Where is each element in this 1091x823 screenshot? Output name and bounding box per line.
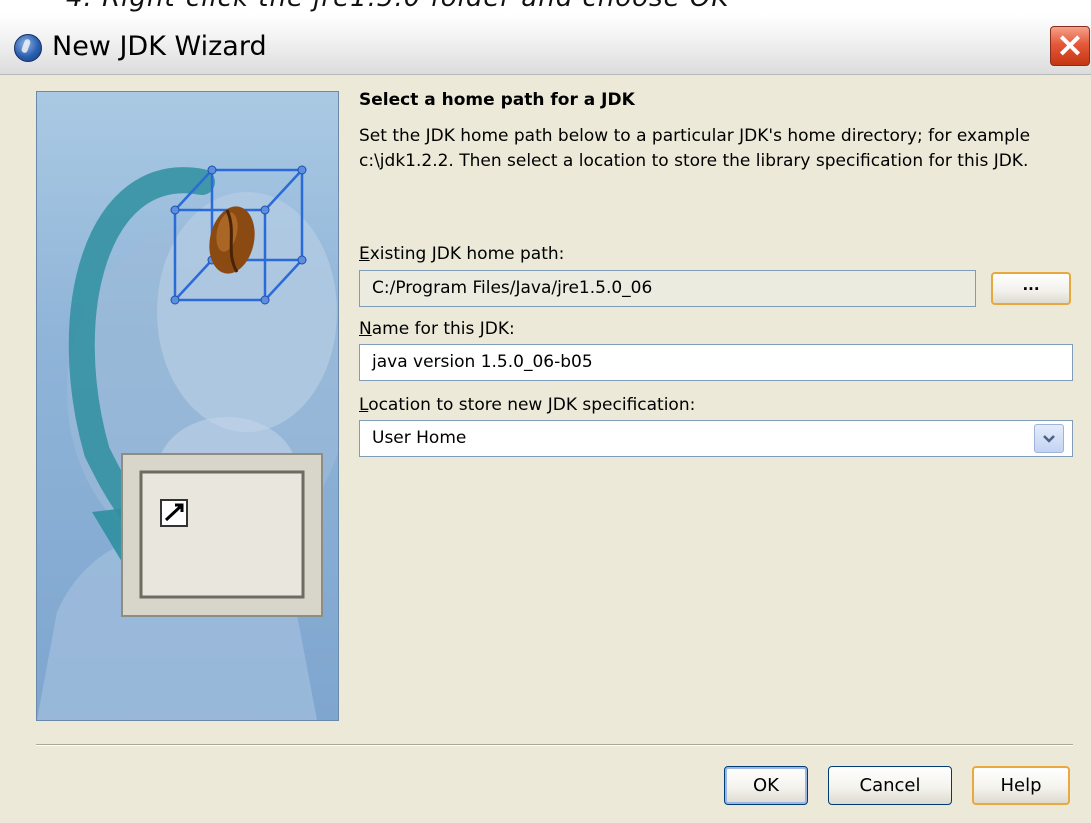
name-label-text: ame for this JDK: <box>371 319 515 339</box>
location-label-mnemonic: L <box>359 395 369 415</box>
help-button[interactable]: Help <box>972 766 1070 805</box>
footer-separator <box>36 744 1073 746</box>
location-select-value: User Home <box>372 428 467 448</box>
location-select[interactable]: User Home <box>359 420 1073 457</box>
location-label: Location to store new JDK specification: <box>359 395 695 415</box>
wizard-illustration <box>36 91 339 721</box>
window-title: New JDK Wizard <box>52 31 267 62</box>
browse-button[interactable]: ... <box>991 272 1071 305</box>
home-path-label: Existing JDK home path: <box>359 244 564 264</box>
home-path-field[interactable]: C:/Program Files/Java/jre1.5.0_06 <box>359 270 976 307</box>
jdk-name-input[interactable]: java version 1.5.0_06-b05 <box>359 344 1073 381</box>
java-cup-icon <box>14 34 42 62</box>
wizard-illustration-graphic <box>37 165 338 720</box>
location-label-text: ocation to store new JDK specification: <box>368 395 696 415</box>
cancel-button[interactable]: Cancel <box>828 766 952 805</box>
instruction-overlay-text: 4. Right-click the jre1.5.0 folder and c… <box>0 0 1091 14</box>
title-bar[interactable]: New JDK Wizard × <box>0 14 1091 75</box>
close-icon: × <box>1055 25 1085 65</box>
name-label-mnemonic: N <box>359 319 372 339</box>
close-button[interactable]: × <box>1050 26 1090 66</box>
home-path-label-text: xisting JDK home path: <box>369 244 565 264</box>
name-label: Name for this JDK: <box>359 319 515 339</box>
new-jdk-wizard-dialog: New JDK Wizard × Select a home path for … <box>0 14 1091 823</box>
ok-button[interactable]: OK <box>724 766 808 805</box>
location-dropdown-button[interactable] <box>1034 424 1064 453</box>
panel-description: Set the JDK home path below to a particu… <box>359 126 1031 171</box>
home-path-label-mnemonic: E <box>359 244 370 264</box>
instruction-text: 4. Right-click the jre1.5.0 folder and c… <box>66 0 729 11</box>
chevron-down-icon <box>1043 435 1055 443</box>
panel-heading: Select a home path for a JDK <box>359 90 635 110</box>
